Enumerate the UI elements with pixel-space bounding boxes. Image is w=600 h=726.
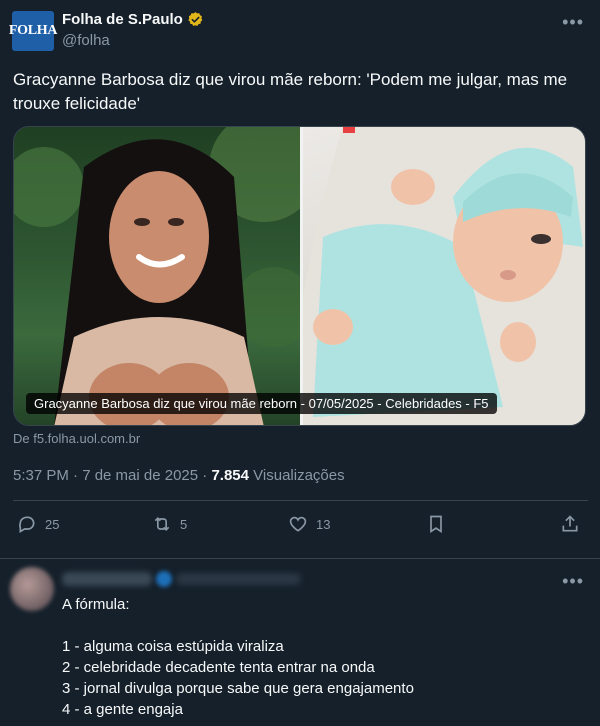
share-button[interactable] xyxy=(560,514,580,534)
reply-list-item: 4 - a gente engaja xyxy=(62,701,183,718)
retweet-count: 5 xyxy=(180,516,188,532)
tweet-actions: 25 5 13 xyxy=(13,514,588,540)
divider xyxy=(13,500,588,501)
retweet-icon xyxy=(154,516,170,532)
tweet-meta: 5:37 PM · 7 de mai de 2025 · 7.854 Visua… xyxy=(13,467,345,484)
reply-icon xyxy=(19,516,35,533)
reply-button[interactable]: 25 xyxy=(17,514,59,534)
reply-avatar-blurred[interactable] xyxy=(10,567,54,611)
photo-woman xyxy=(14,127,300,425)
reply-intro: A fórmula: xyxy=(62,596,130,613)
like-count: 13 xyxy=(316,516,331,532)
reply-list-item: 1 - alguma coisa estúpida viraliza xyxy=(62,638,284,655)
like-icon xyxy=(289,516,307,532)
tweet-text: Gracyanne Barbosa diz que virou mãe rebo… xyxy=(13,70,568,113)
author-handle[interactable]: @folha xyxy=(62,32,110,49)
reply-text: A fórmula: 1 - alguma coisa estúpida vir… xyxy=(62,594,582,720)
reply-count: 25 xyxy=(45,516,60,532)
views-count: 7.854 xyxy=(211,467,249,484)
media-caption: Gracyanne Barbosa diz que virou mãe rebo… xyxy=(26,393,497,414)
like-button[interactable]: 13 xyxy=(288,514,330,534)
author-avatar[interactable]: FOLHA xyxy=(9,11,57,51)
reply-spacer xyxy=(62,615,582,636)
bookmark-icon xyxy=(430,515,442,534)
author-name-row[interactable]: Folha de S.Paulo xyxy=(62,11,204,28)
timestamp[interactable]: 5:37 PM · 7 de mai de 2025 · xyxy=(13,467,207,484)
verified-badge-icon xyxy=(188,12,203,26)
more-icon[interactable]: ••• xyxy=(562,571,584,592)
bookmark-button[interactable] xyxy=(426,514,446,534)
retweet-button[interactable]: 5 xyxy=(152,514,187,534)
reply-list-item: 3 - jornal divulga porque sabe que gera … xyxy=(62,680,414,697)
reply-author-name-blurred[interactable] xyxy=(62,572,152,586)
author-name[interactable]: Folha de S.Paulo xyxy=(62,11,183,28)
reply-verified-badge-blurred xyxy=(156,571,172,587)
link-source[interactable]: De f5.folha.uol.com.br xyxy=(13,431,140,446)
reply-tweet: ••• A fórmula: 1 - alguma coisa estúpida… xyxy=(0,559,600,726)
share-icon xyxy=(562,515,578,532)
link-card-image[interactable]: Gracyanne Barbosa diz que virou mãe rebo… xyxy=(13,126,586,426)
photo-reborn-doll xyxy=(300,127,585,425)
views-label: Visualizações xyxy=(253,467,345,484)
reply-list-item: 2 - celebridade decadente tenta entrar n… xyxy=(62,659,375,676)
reply-author-handle-blurred[interactable] xyxy=(176,573,301,585)
tweet: FOLHA Folha de S.Paulo @folha ••• Gracya… xyxy=(0,0,600,558)
more-icon[interactable]: ••• xyxy=(562,12,584,33)
